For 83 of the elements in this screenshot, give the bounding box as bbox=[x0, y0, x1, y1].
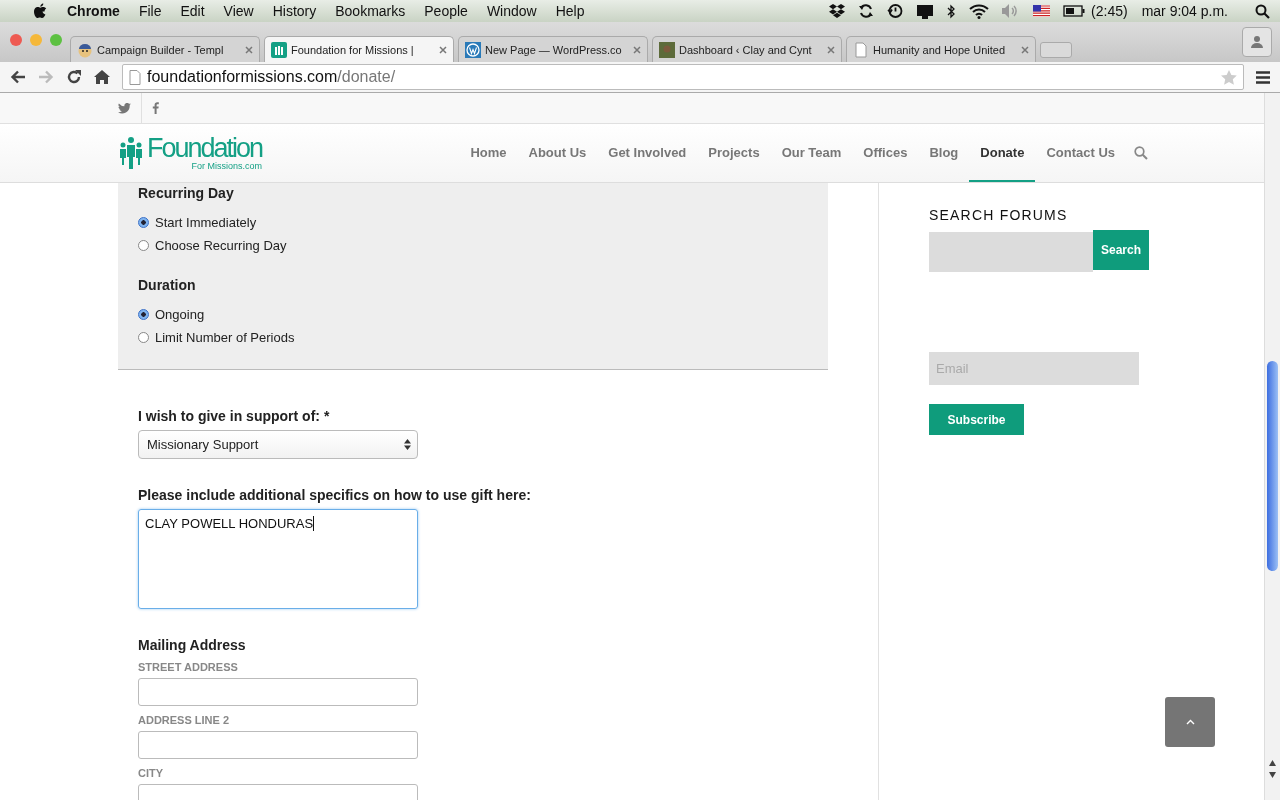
display-icon[interactable] bbox=[916, 3, 935, 19]
radio-button[interactable] bbox=[138, 217, 149, 228]
section-heading: Duration bbox=[138, 277, 197, 293]
browser-tab[interactable]: Humanity and Hope United bbox=[846, 36, 1036, 62]
widget-heading: SEARCH FORUMS bbox=[929, 207, 1069, 223]
radio-label[interactable]: Start Immediately bbox=[155, 215, 257, 230]
back-arrow-icon[interactable] bbox=[10, 70, 26, 84]
radio-label[interactable]: Choose Recurring Day bbox=[155, 238, 287, 253]
browser-tab[interactable]: Campaign Builder - Templ bbox=[70, 36, 260, 62]
menu-item[interactable]: Edit bbox=[180, 3, 205, 19]
page-icon bbox=[853, 41, 869, 58]
close-icon[interactable] bbox=[633, 45, 641, 54]
search-field[interactable] bbox=[929, 232, 1093, 272]
nav-link[interactable]: Contact Us bbox=[1035, 124, 1126, 182]
person-icon bbox=[1250, 35, 1264, 49]
section-heading: Recurring Day bbox=[138, 185, 235, 201]
radio-label[interactable]: Ongoing bbox=[155, 307, 205, 322]
support-dropdown[interactable]: Missionary Support bbox=[138, 430, 418, 459]
field-label: Please include additional specifics on how to use gift here: bbox=[138, 487, 532, 503]
flag-icon[interactable] bbox=[1033, 5, 1051, 17]
box-icon[interactable] bbox=[829, 4, 846, 18]
input-field[interactable] bbox=[138, 678, 418, 706]
photo-thumbnail-icon bbox=[659, 41, 675, 58]
up-arrow-icon[interactable] bbox=[1269, 760, 1276, 766]
clock-icon[interactable] bbox=[887, 3, 904, 19]
field-label: CITY bbox=[138, 767, 165, 779]
facebook-icon[interactable] bbox=[152, 102, 159, 114]
radio-label[interactable]: Limit Number of Periods bbox=[155, 330, 295, 345]
menu-icon[interactable] bbox=[1256, 70, 1270, 84]
address-bar[interactable]: foundationformissions.com/donate/ bbox=[122, 64, 1244, 90]
radio-button[interactable] bbox=[138, 332, 149, 343]
field-label: ADDRESS LINE 2 bbox=[138, 714, 231, 726]
menu-item[interactable]: Window bbox=[486, 3, 537, 19]
field-label: I wish to give in support of: * bbox=[138, 408, 331, 424]
page-icon bbox=[129, 69, 141, 85]
radio-button[interactable] bbox=[138, 309, 149, 320]
menu-item[interactable]: View bbox=[223, 3, 254, 19]
scrollbar-thumb[interactable] bbox=[1267, 361, 1278, 571]
nav-link[interactable]: Get Involved bbox=[597, 124, 698, 182]
wordpress-icon bbox=[465, 41, 481, 58]
nav-link[interactable]: Offices bbox=[852, 124, 919, 182]
close-icon[interactable] bbox=[245, 45, 253, 54]
input-field[interactable] bbox=[138, 731, 418, 759]
battery-time: (2:45) bbox=[1091, 3, 1128, 19]
nav-link[interactable]: About Us bbox=[517, 124, 598, 182]
specifics-text-area[interactable]: CLAY POWELL HONDURAS bbox=[138, 509, 418, 609]
nav-link[interactable]: Projects bbox=[697, 124, 771, 182]
search-icon[interactable] bbox=[1255, 3, 1270, 19]
down-arrow-icon[interactable] bbox=[1269, 772, 1276, 778]
browser-tab[interactable]: New Page — WordPress.co bbox=[458, 36, 648, 62]
radio-button[interactable] bbox=[138, 240, 149, 251]
close-icon[interactable] bbox=[827, 45, 835, 54]
app-menu[interactable]: Chrome bbox=[67, 3, 120, 19]
bluetooth-icon[interactable] bbox=[947, 3, 957, 19]
menu-item[interactable]: Bookmarks bbox=[335, 3, 406, 19]
menubar-clock[interactable]: mar 9:04 p.m. bbox=[1141, 3, 1228, 19]
menu-item[interactable]: History bbox=[272, 3, 317, 19]
close-icon[interactable] bbox=[439, 45, 447, 54]
wifi-icon[interactable] bbox=[969, 3, 990, 19]
reload-icon[interactable] bbox=[66, 69, 82, 85]
battery-icon[interactable] bbox=[1063, 5, 1086, 17]
apple-icon[interactable] bbox=[33, 3, 47, 19]
section-heading: Mailing Address bbox=[138, 637, 247, 653]
browser-tab[interactable]: Dashboard ‹ Clay and Cynt bbox=[652, 36, 842, 62]
scrollbar[interactable] bbox=[1264, 93, 1280, 800]
up-down-arrows-icon bbox=[404, 439, 411, 450]
caret-up-icon bbox=[1185, 719, 1195, 725]
close-window-button[interactable] bbox=[10, 34, 22, 46]
menu-item[interactable]: People bbox=[424, 3, 468, 19]
browser-tab[interactable]: Foundation for Missions | bbox=[264, 36, 454, 62]
nav-link[interactable]: Blog bbox=[918, 124, 970, 182]
nav-link[interactable]: Our Team bbox=[770, 124, 853, 182]
home-icon[interactable] bbox=[94, 69, 110, 85]
profile-button[interactable] bbox=[1242, 27, 1272, 57]
close-icon[interactable] bbox=[1021, 45, 1029, 54]
menu-item[interactable]: File bbox=[138, 3, 162, 19]
bookmark-star-icon[interactable] bbox=[1221, 69, 1237, 85]
bird-icon[interactable] bbox=[118, 102, 131, 114]
nav-link[interactable]: Home bbox=[459, 124, 518, 182]
sync-icon[interactable] bbox=[858, 3, 875, 19]
field-label: STREET ADDRESS bbox=[138, 661, 239, 673]
nav-link[interactable]: Donate bbox=[969, 124, 1036, 182]
menu-item[interactable]: Help bbox=[555, 3, 585, 19]
